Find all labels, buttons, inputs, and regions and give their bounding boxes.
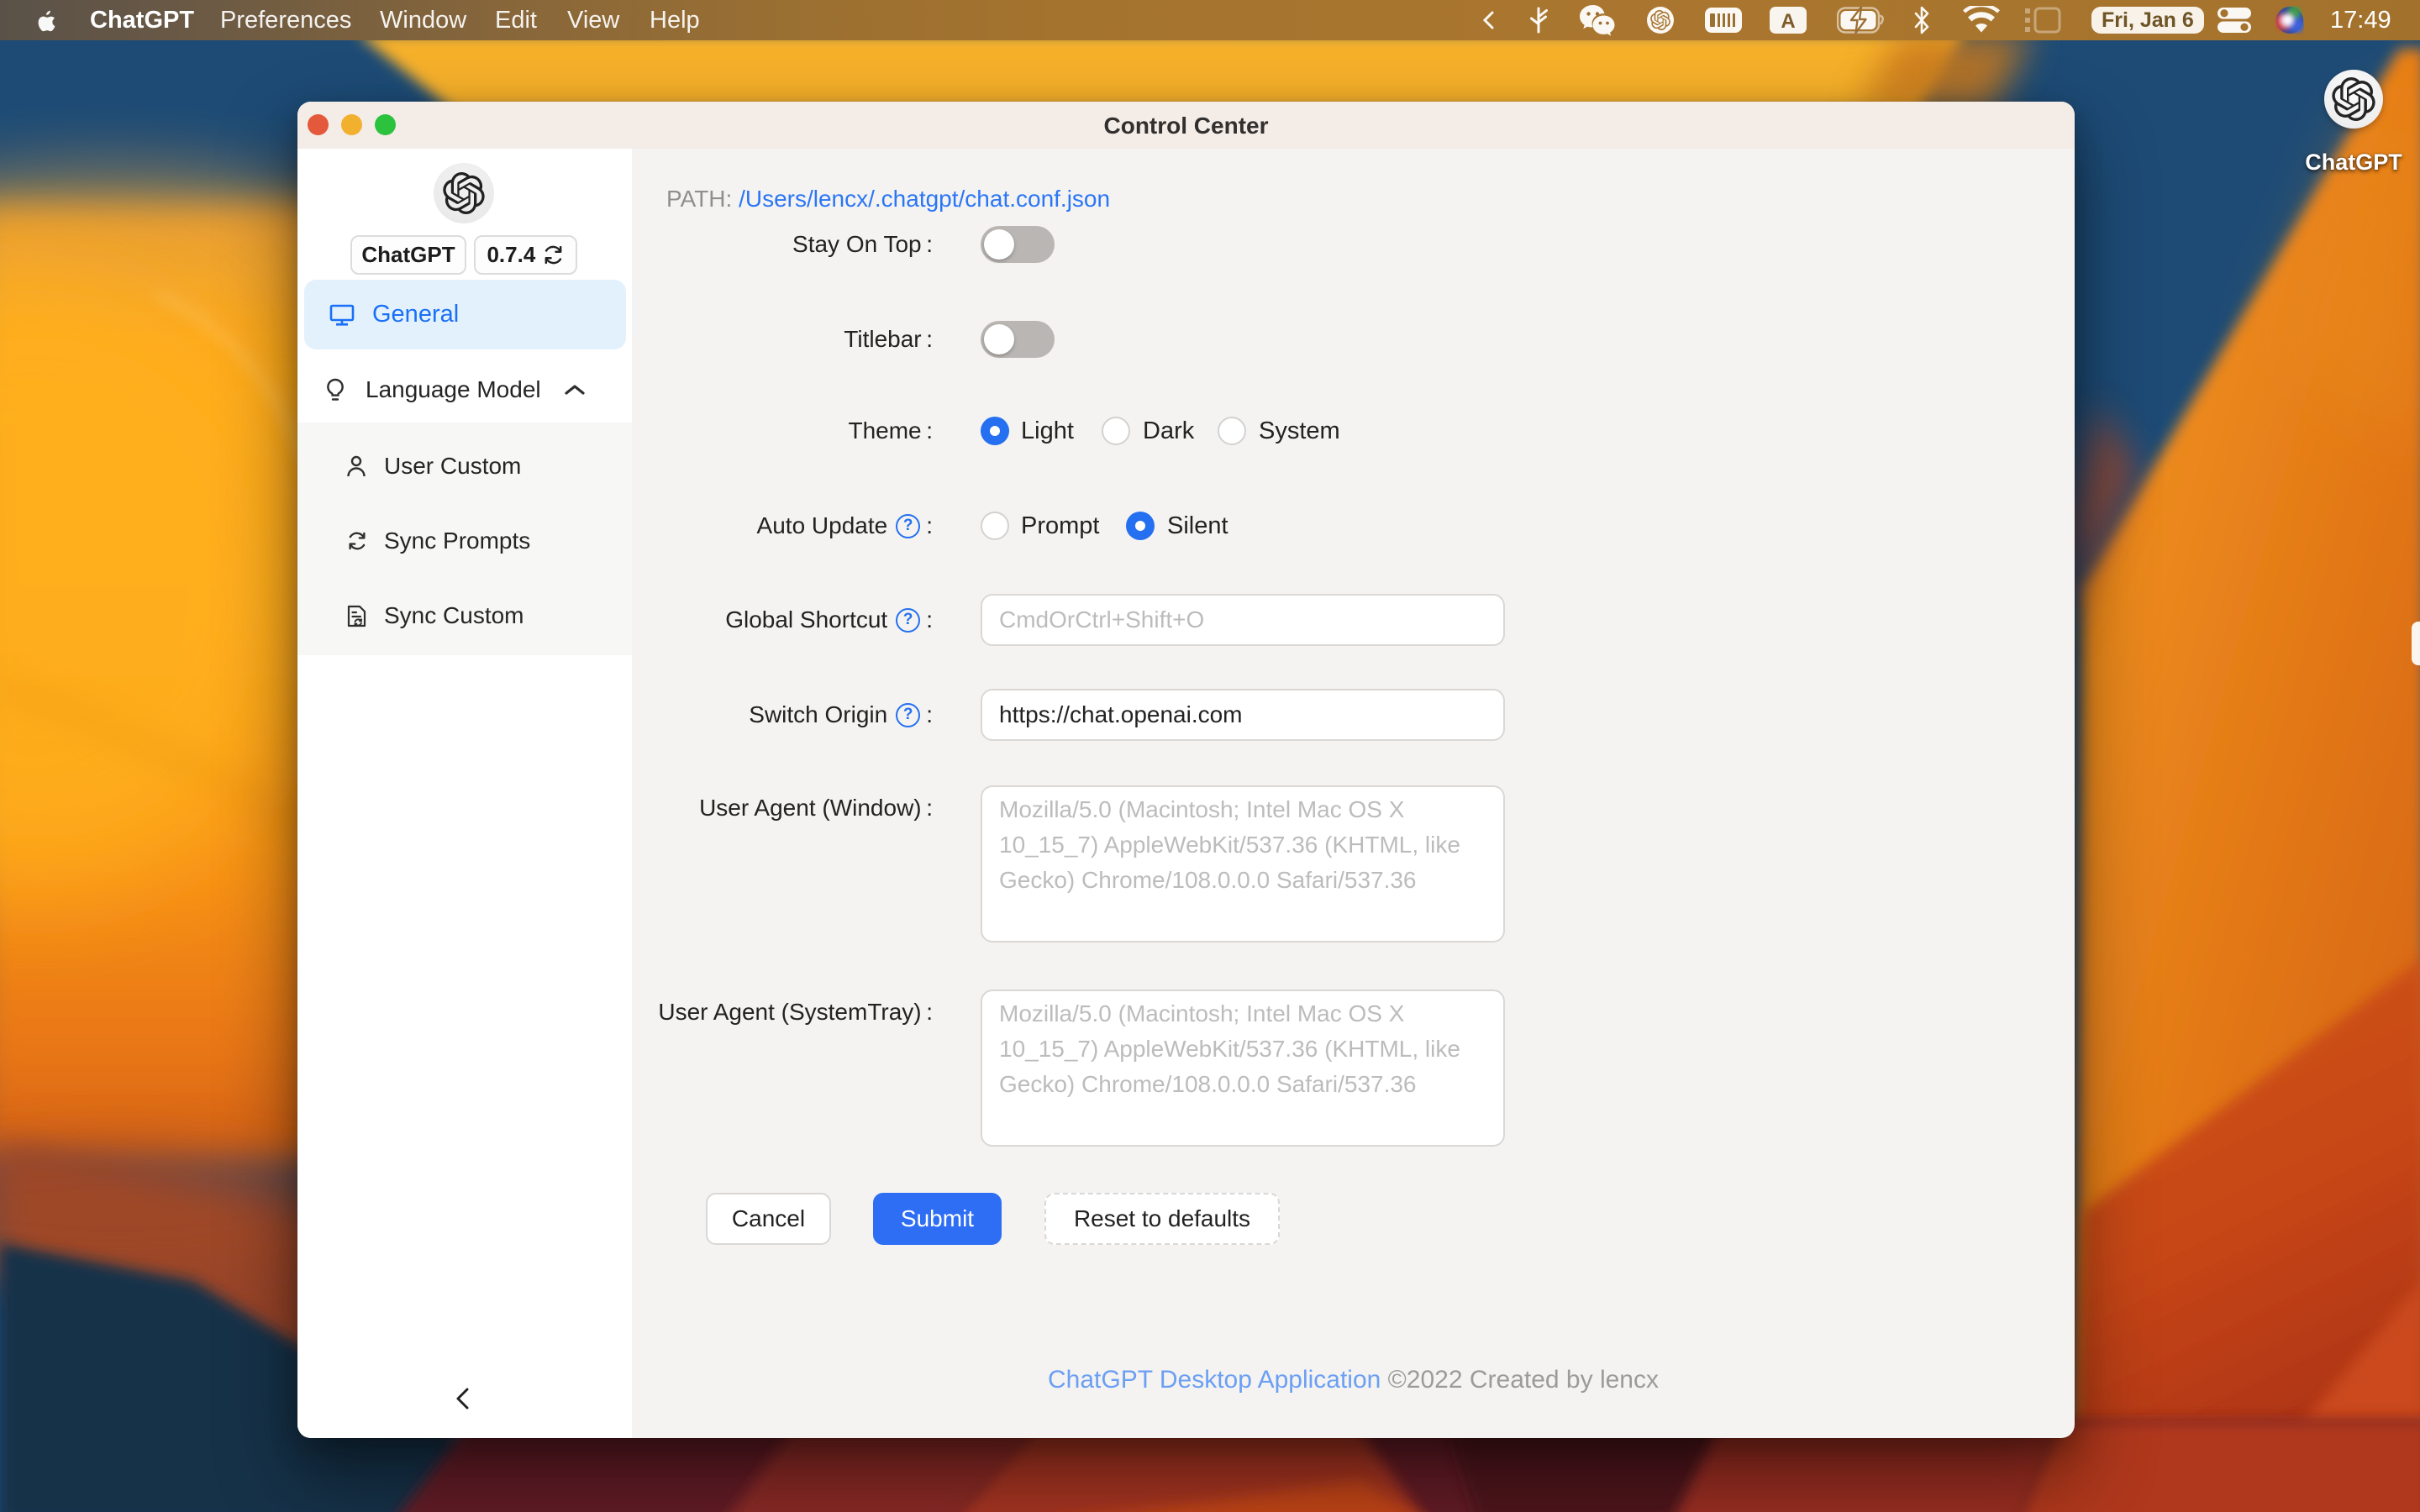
svg-text:A: A	[1781, 10, 1795, 33]
